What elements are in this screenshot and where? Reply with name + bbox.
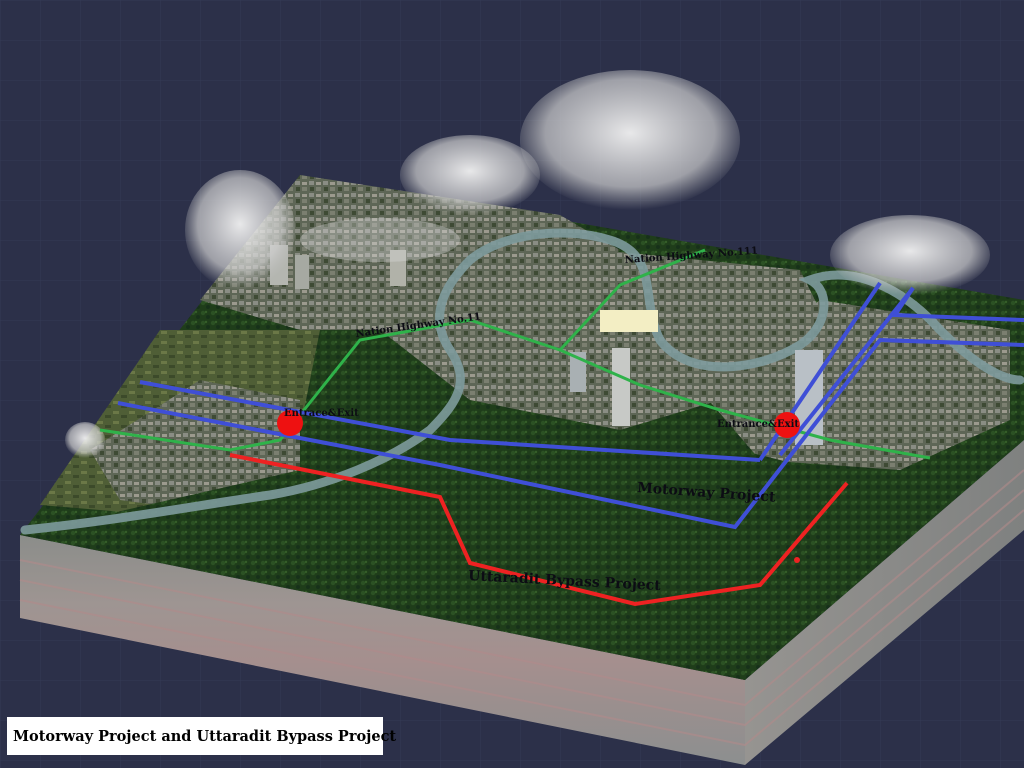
label-entrance-west: Entrace&Exit	[284, 408, 359, 419]
city-map-scene: Nation Highway No.11 Nation Highway No.1…	[0, 0, 1024, 768]
caption-text: Motorway Project and Uttaradit Bypass Pr…	[13, 727, 397, 745]
tower	[295, 255, 309, 289]
caption-box: Motorway Project and Uttaradit Bypass Pr…	[7, 717, 396, 755]
label-entrance-east: Entrance&Exit	[717, 419, 799, 430]
temple	[600, 310, 658, 332]
tower	[612, 348, 630, 426]
